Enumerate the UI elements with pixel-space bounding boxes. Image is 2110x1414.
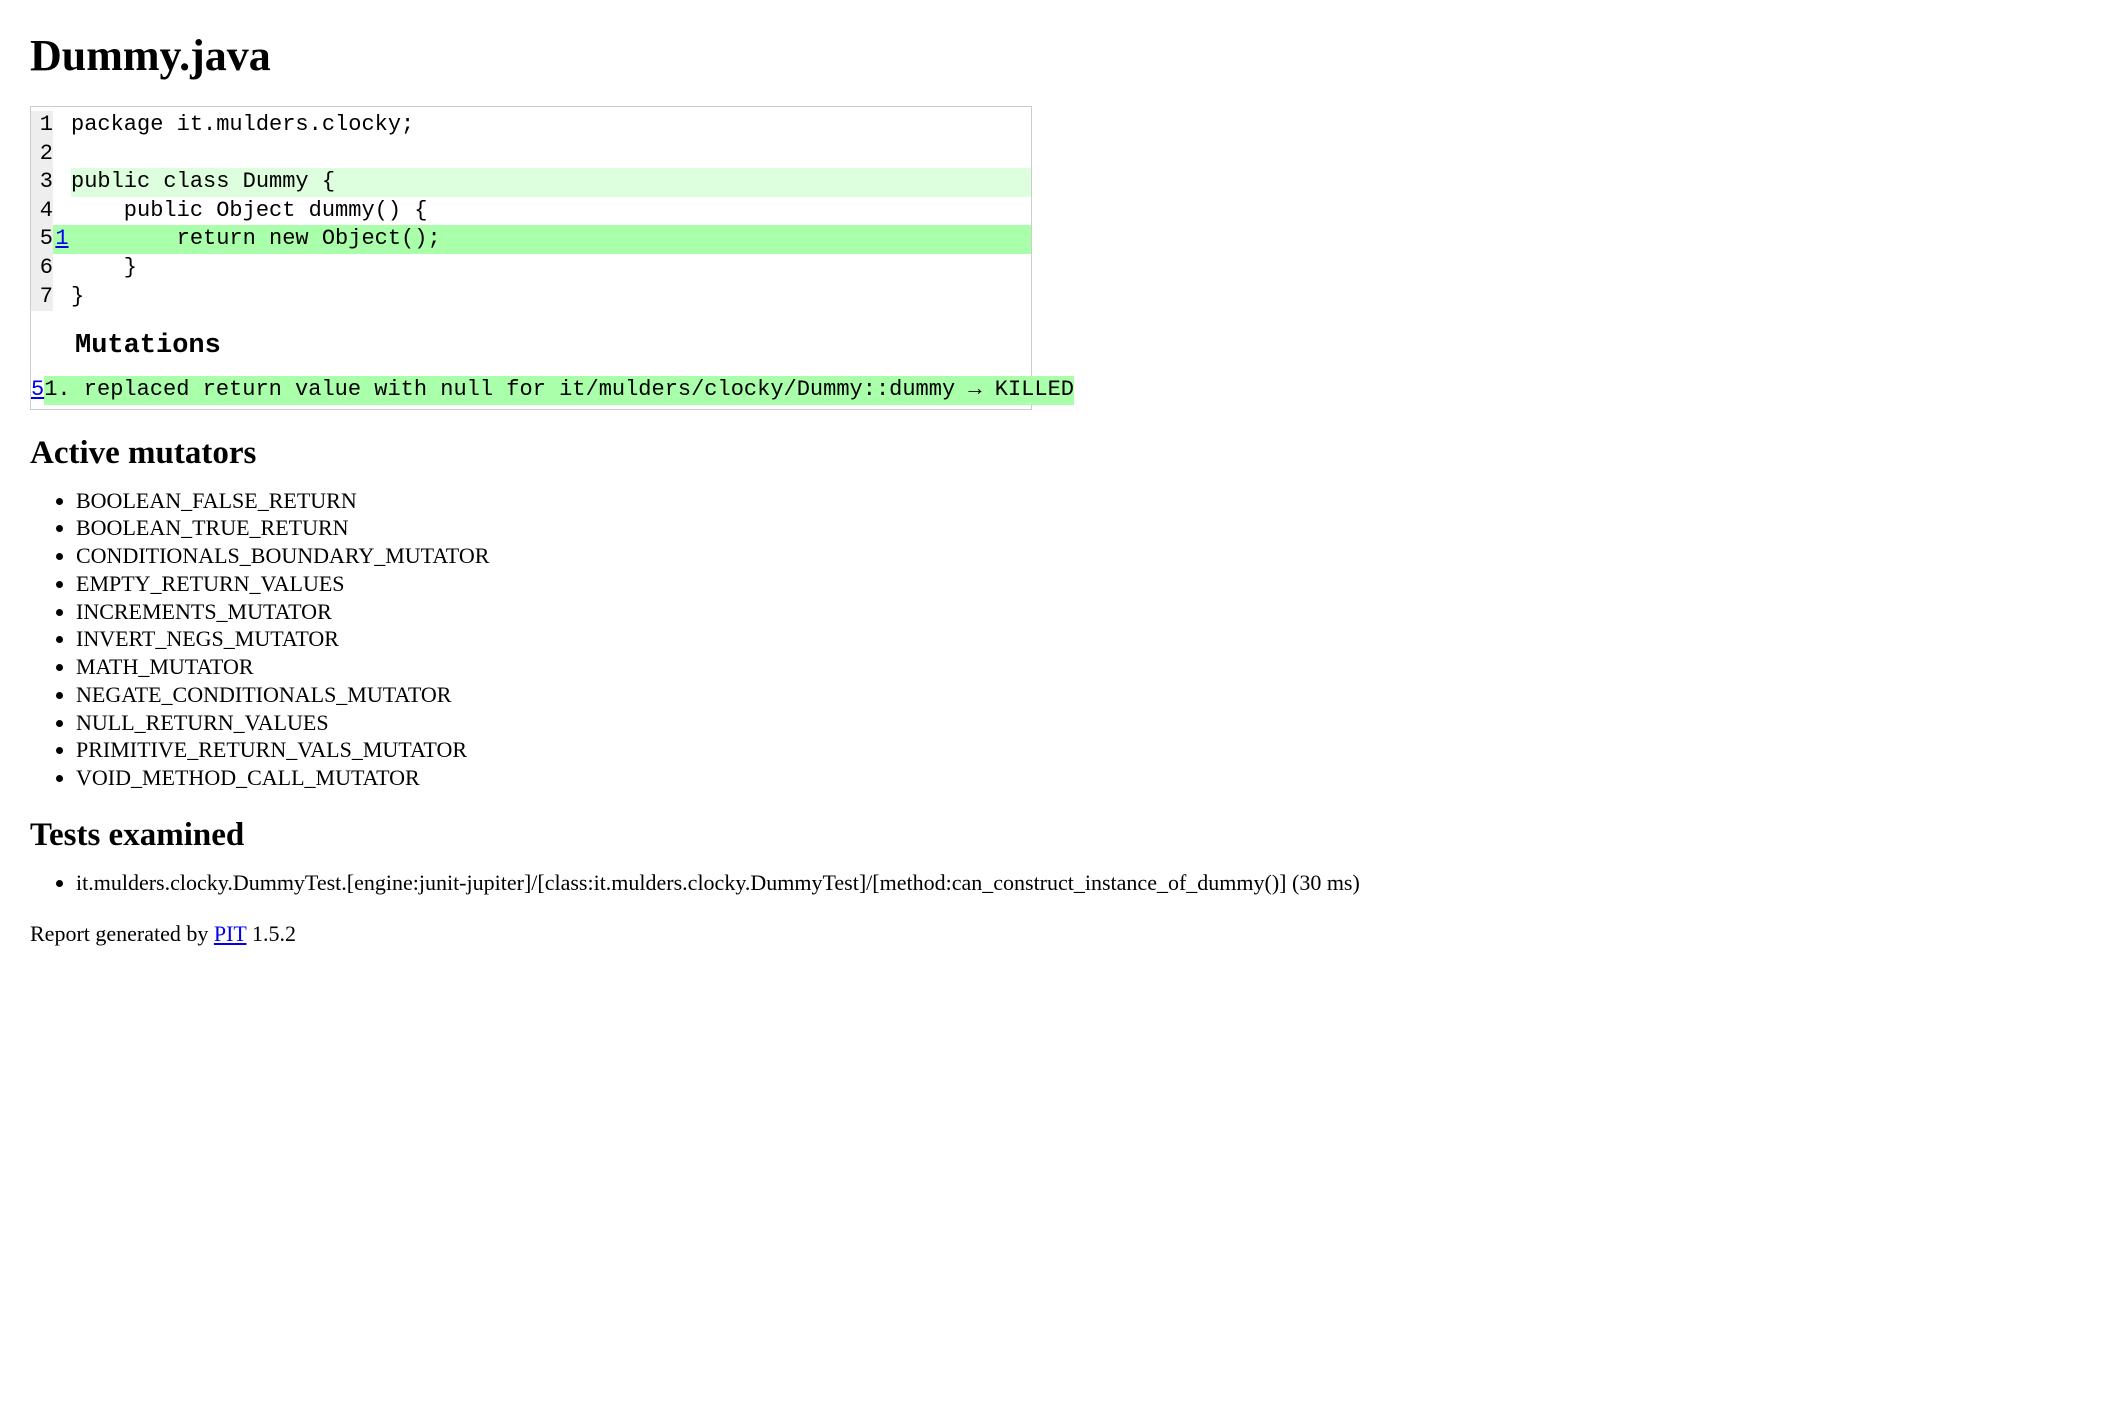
source-line: 7} [31,283,1031,312]
active-mutators-heading: Active mutators [30,435,2080,472]
list-item: INVERT_NEGS_MUTATOR [76,625,2080,653]
source-line: 4 public Object dummy() { [31,197,1031,226]
pit-link[interactable]: PIT [214,921,247,946]
list-item: NULL_RETURN_VALUES [76,709,2080,737]
list-item: BOOLEAN_FALSE_RETURN [76,487,2080,515]
mutation-line-link[interactable]: 5 [31,377,44,402]
source-line: 1 package it.mulders.clocky; [31,111,1031,140]
line-number: 5 [31,225,53,254]
list-item: PRIMITIVE_RETURN_VALS_MUTATOR [76,736,2080,764]
line-coverage-cell [53,111,71,140]
source-line: 2 [31,140,1031,169]
mutation-line-number: 5 [31,376,44,405]
list-item: MATH_MUTATOR [76,653,2080,681]
list-item: VOID_METHOD_CALL_MUTATOR [76,764,2080,792]
mutations-heading: Mutations [31,311,1031,376]
line-code: public Object dummy() { [71,197,1031,226]
list-item: EMPTY_RETURN_VALUES [76,570,2080,598]
source-line: 6 } [31,254,1031,283]
source-line: 3 public class Dummy { [31,168,1031,197]
line-code: public class Dummy { [71,168,1031,197]
page-title: Dummy.java [30,30,2080,81]
line-coverage-cell [53,254,71,283]
line-coverage-cell [53,283,71,312]
list-item: BOOLEAN_TRUE_RETURN [76,514,2080,542]
source-listing-box: 1 package it.mulders.clocky; 23 public clas… [30,106,1032,410]
line-number: 1 [31,111,53,140]
line-coverage-link[interactable]: 1 [55,226,68,251]
line-coverage-cell [53,140,71,169]
list-item: CONDITIONALS_BOUNDARY_MUTATOR [76,542,2080,570]
tests-examined-heading: Tests examined [30,817,2080,854]
source-line: 51 return new Object(); [31,225,1031,254]
line-coverage-cell [53,197,71,226]
footer: Report generated by PIT 1.5.2 [30,921,2080,947]
line-code: } [71,283,1031,312]
line-code: return new Object(); [71,225,1031,254]
line-code: } [71,254,1031,283]
list-item: it.mulders.clocky.DummyTest.[engine:juni… [76,869,2080,897]
mutations-table: 51. replaced return value with null for … [31,376,1074,405]
list-item: INCREMENTS_MUTATOR [76,598,2080,626]
footer-suffix: 1.5.2 [246,921,296,946]
line-number: 6 [31,254,53,283]
source-table: 1 package it.mulders.clocky; 23 public clas… [31,111,1031,311]
active-mutators-list: BOOLEAN_FALSE_RETURNBOOLEAN_TRUE_RETURNC… [30,487,2080,792]
mutation-description: 1. replaced return value with null for i… [44,376,1074,405]
line-number: 7 [31,283,53,312]
line-coverage-cell: 1 [53,225,71,254]
list-item: NEGATE_CONDITIONALS_MUTATOR [76,681,2080,709]
tests-examined-list: it.mulders.clocky.DummyTest.[engine:juni… [30,869,2080,897]
line-number: 2 [31,140,53,169]
line-code [71,140,1031,169]
mutation-row: 51. replaced return value with null for … [31,376,1074,405]
footer-prefix: Report generated by [30,921,214,946]
line-coverage-cell [53,168,71,197]
line-number: 4 [31,197,53,226]
line-code: package it.mulders.clocky; [71,111,1031,140]
line-number: 3 [31,168,53,197]
